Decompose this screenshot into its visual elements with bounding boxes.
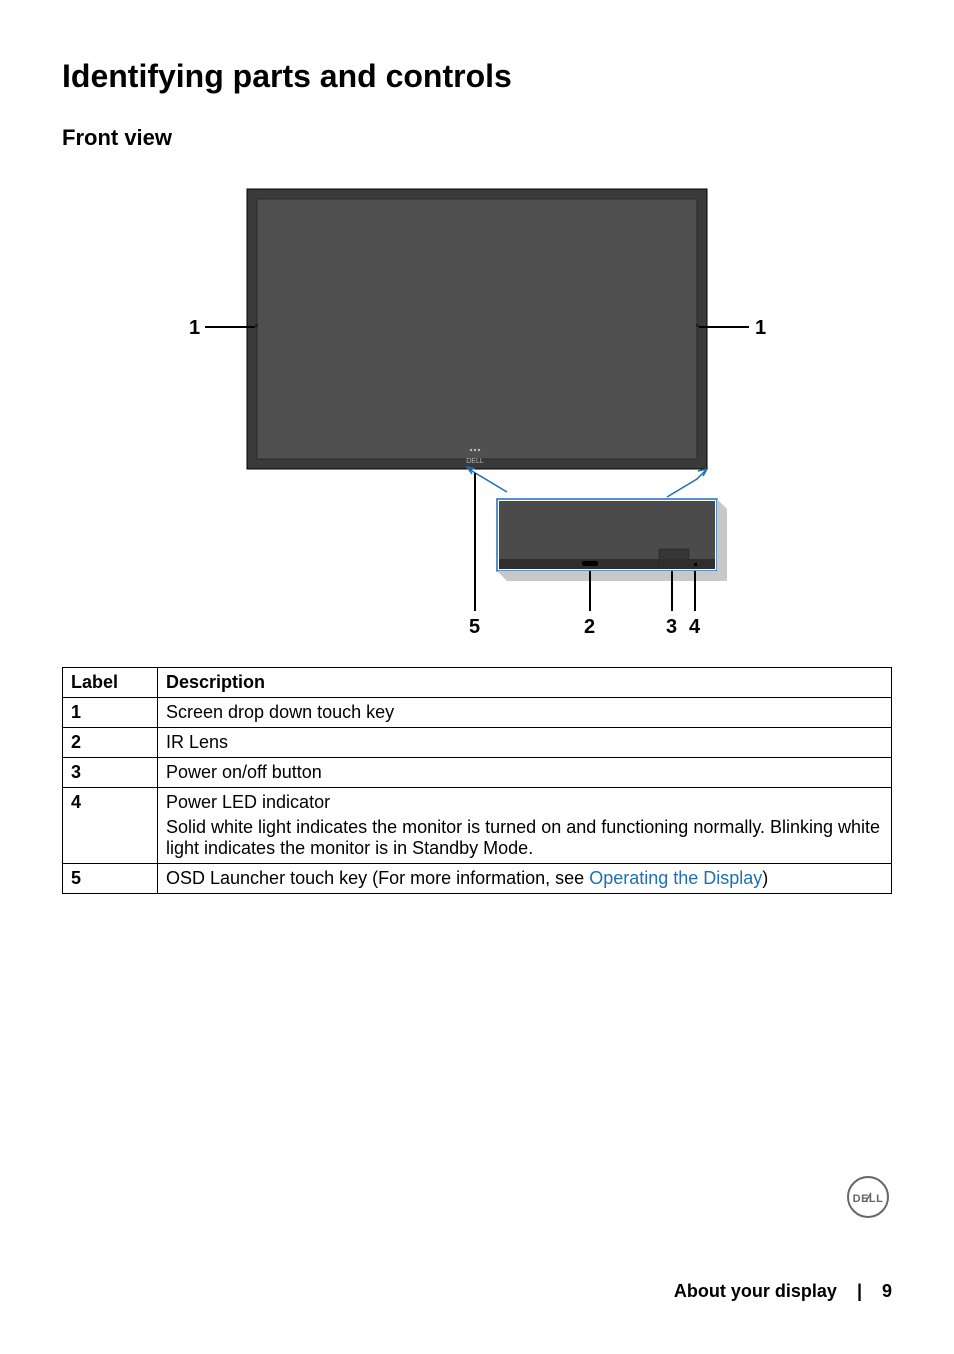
row-desc: Power LED indicator Solid white light in… xyxy=(158,788,892,864)
row-label: 5 xyxy=(63,864,158,894)
callout-5: 5 xyxy=(469,616,480,638)
footer-separator: | xyxy=(857,1281,862,1302)
callout-2: 2 xyxy=(584,616,595,638)
page-footer: About your display | 9 xyxy=(62,1281,892,1302)
dell-logo-icon: DELL xyxy=(844,1173,892,1226)
footer-section-title: About your display xyxy=(674,1281,837,1302)
callout-1-left: 1 xyxy=(189,317,200,339)
table-header-description: Description xyxy=(158,668,892,698)
table-row: 5 OSD Launcher touch key (For more infor… xyxy=(63,864,892,894)
callout-4: 4 xyxy=(689,616,701,638)
row-label: 2 xyxy=(63,728,158,758)
row-desc: Power on/off button xyxy=(158,758,892,788)
row-desc: IR Lens xyxy=(158,728,892,758)
callout-3: 3 xyxy=(666,616,677,638)
row-desc: OSD Launcher touch key (For more informa… xyxy=(158,864,892,894)
table-row: 4 Power LED indicator Solid white light … xyxy=(63,788,892,864)
table-row: 3 Power on/off button xyxy=(63,758,892,788)
footer-page-number: 9 xyxy=(882,1281,892,1302)
row-label: 1 xyxy=(63,698,158,728)
svg-text:DELL: DELL xyxy=(466,458,484,465)
table-header-label: Label xyxy=(63,668,158,698)
callout-1-right: 1 xyxy=(755,317,766,339)
table-row: 2 IR Lens xyxy=(63,728,892,758)
row-label: 3 xyxy=(63,758,158,788)
parts-description-table: Label Description 1 Screen drop down tou… xyxy=(62,667,892,894)
row-label: 4 xyxy=(63,788,158,864)
sub-title: Front view xyxy=(62,125,892,151)
row-desc: Screen drop down touch key xyxy=(158,698,892,728)
operating-display-link[interactable]: Operating the Display xyxy=(589,868,762,888)
front-view-diagram: DELL 1 1 xyxy=(62,179,892,649)
table-row: 1 Screen drop down touch key xyxy=(63,698,892,728)
section-title: Identifying parts and controls xyxy=(62,58,892,95)
